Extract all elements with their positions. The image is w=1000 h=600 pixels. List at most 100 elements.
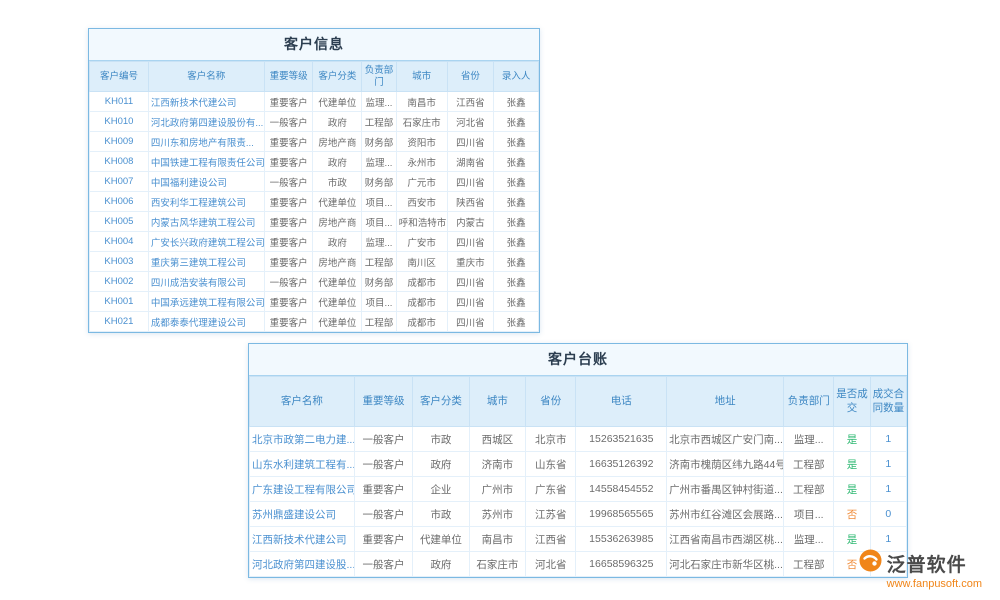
table-row: KH003重庆第三建筑工程公司重要客户房地产商工程部南川区重庆市张鑫	[90, 252, 539, 272]
table-cell[interactable]: 0	[870, 502, 906, 527]
table-cell: 广安市	[396, 232, 447, 252]
table-cell: 代建单位	[313, 92, 362, 112]
table-row: KH011江西新技术代建公司重要客户代建单位监理...南昌市江西省张鑫	[90, 92, 539, 112]
table-cell[interactable]: KH010	[90, 112, 149, 132]
table-cell: 项目...	[362, 192, 397, 212]
table-cell: 房地产商	[313, 252, 362, 272]
table-cell: 政府	[313, 112, 362, 132]
column-header: 负责部门	[784, 377, 834, 427]
table-cell: 项目...	[784, 502, 834, 527]
table-cell[interactable]: 中国承远建筑工程有限公司	[148, 292, 264, 312]
table-cell: 西城区	[469, 427, 525, 452]
table-cell[interactable]: KH001	[90, 292, 149, 312]
customer-info-panel: 客户信息 客户编号客户名称重要等级客户分类负责部门城市省份录入人 KH011江西…	[88, 28, 540, 333]
table-cell: 重要客户	[354, 477, 412, 502]
table-cell: 江西省南昌市西湖区桃...	[667, 527, 784, 552]
table-cell: 广元市	[396, 172, 447, 192]
table-cell: 石家庄市	[469, 552, 525, 577]
customer-ledger-panel: 客户台账 客户名称重要等级客户分类城市省份电话地址负责部门是否成交成交合同数量 …	[248, 343, 908, 578]
table-cell: 江苏省	[526, 502, 576, 527]
table-cell[interactable]: 中国福利建设公司	[148, 172, 264, 192]
table-cell: 16658596325	[576, 552, 667, 577]
table-cell[interactable]: 1	[870, 477, 906, 502]
table-cell[interactable]: 江西新技术代建公司	[250, 527, 355, 552]
table-cell: 湖南省	[447, 152, 494, 172]
table-cell[interactable]: 广安长兴政府建筑工程公司	[148, 232, 264, 252]
table-cell: 资阳市	[396, 132, 447, 152]
table-cell: 代建单位	[313, 292, 362, 312]
table-cell[interactable]: 四川成浩安装有限公司	[148, 272, 264, 292]
table-cell[interactable]: 北京市政第二电力建...	[250, 427, 355, 452]
table-row: KH007中国福利建设公司一般客户市政财务部广元市四川省张鑫	[90, 172, 539, 192]
panel-title: 客户台账	[249, 344, 907, 376]
table-cell[interactable]: KH003	[90, 252, 149, 272]
table-cell: 房地产商	[313, 132, 362, 152]
desktop-background: 客户信息 客户编号客户名称重要等级客户分类负责部门城市省份录入人 KH011江西…	[0, 0, 1000, 600]
table-cell: 一般客户	[354, 502, 412, 527]
column-header: 录入人	[494, 62, 539, 92]
table-cell[interactable]: 1	[870, 452, 906, 477]
table-cell: 财务部	[362, 172, 397, 192]
table-cell[interactable]: 中国铁建工程有限责任公司	[148, 152, 264, 172]
table-cell: 一般客户	[264, 112, 313, 132]
table-cell: 山东省	[526, 452, 576, 477]
table-cell[interactable]: 1	[870, 427, 906, 452]
table-cell: 张鑫	[494, 212, 539, 232]
table-row: KH009四川东和房地产有限责...重要客户房地产商财务部资阳市四川省张鑫	[90, 132, 539, 152]
table-cell: 14558454552	[576, 477, 667, 502]
table-cell: 济南市槐荫区纬九路44号	[667, 452, 784, 477]
table-cell[interactable]: 江西新技术代建公司	[148, 92, 264, 112]
table-cell: 16635126392	[576, 452, 667, 477]
table-cell: 财务部	[362, 272, 397, 292]
table-cell[interactable]: KH004	[90, 232, 149, 252]
table-cell: 四川省	[447, 292, 494, 312]
table-cell[interactable]: 西安利华工程建筑公司	[148, 192, 264, 212]
table-row: 苏州鼎盛建设公司一般客户市政苏州市江苏省19968565565苏州市红谷滩区会展…	[250, 502, 907, 527]
table-cell[interactable]: 山东水利建筑工程有...	[250, 452, 355, 477]
column-header: 客户分类	[313, 62, 362, 92]
column-header: 省份	[526, 377, 576, 427]
table-row: KH005内蒙古风华建筑工程公司重要客户房地产商项目...呼和浩特市内蒙古张鑫	[90, 212, 539, 232]
table-cell[interactable]: 四川东和房地产有限责...	[148, 132, 264, 152]
table-cell[interactable]: KH002	[90, 272, 149, 292]
table-cell: 监理...	[784, 527, 834, 552]
customer-info-table: 客户编号客户名称重要等级客户分类负责部门城市省份录入人 KH011江西新技术代建…	[89, 61, 539, 332]
table-row: 山东水利建筑工程有...一般客户政府济南市山东省16635126392济南市槐荫…	[250, 452, 907, 477]
table-cell: 工程部	[784, 552, 834, 577]
table-cell[interactable]: KH011	[90, 92, 149, 112]
table-cell: 一般客户	[354, 552, 412, 577]
table-cell[interactable]: KH007	[90, 172, 149, 192]
column-header: 客户名称	[250, 377, 355, 427]
column-header: 客户编号	[90, 62, 149, 92]
table-cell: 河北省	[447, 112, 494, 132]
table-cell[interactable]: KH021	[90, 312, 149, 332]
table-cell[interactable]: 成都泰泰代理建设公司	[148, 312, 264, 332]
table-cell[interactable]: KH009	[90, 132, 149, 152]
table-cell[interactable]: 重庆第三建筑工程公司	[148, 252, 264, 272]
table-cell: 一般客户	[354, 427, 412, 452]
table-cell: 张鑫	[494, 192, 539, 212]
table-cell[interactable]: KH008	[90, 152, 149, 172]
column-header: 地址	[667, 377, 784, 427]
table-cell[interactable]: KH006	[90, 192, 149, 212]
column-header: 客户名称	[148, 62, 264, 92]
table-cell: 项目...	[362, 212, 397, 232]
table-row: KH008中国铁建工程有限责任公司重要客户政府监理...永州市湖南省张鑫	[90, 152, 539, 172]
table-cell: 工程部	[784, 452, 834, 477]
table-cell[interactable]: 苏州鼎盛建设公司	[250, 502, 355, 527]
table-cell[interactable]: 内蒙古风华建筑工程公司	[148, 212, 264, 232]
table-cell: 成都市	[396, 292, 447, 312]
table-cell[interactable]: 河北政府第四建设股份有...	[148, 112, 264, 132]
table-cell: 内蒙古	[447, 212, 494, 232]
fanpu-website[interactable]: www.fanpusoft.com	[859, 578, 982, 590]
table-cell[interactable]: 广东建设工程有限公司	[250, 477, 355, 502]
table-cell: 陕西省	[447, 192, 494, 212]
table-row: 河北政府第四建设股...一般客户政府石家庄市河北省16658596325河北石家…	[250, 552, 907, 577]
table-cell[interactable]: KH005	[90, 212, 149, 232]
table-cell: 重要客户	[354, 527, 412, 552]
table-cell[interactable]: 河北政府第四建设股...	[250, 552, 355, 577]
table-cell[interactable]: 1	[870, 527, 906, 552]
column-header: 重要等级	[264, 62, 313, 92]
table-cell: 石家庄市	[396, 112, 447, 132]
table-cell: 南昌市	[396, 92, 447, 112]
